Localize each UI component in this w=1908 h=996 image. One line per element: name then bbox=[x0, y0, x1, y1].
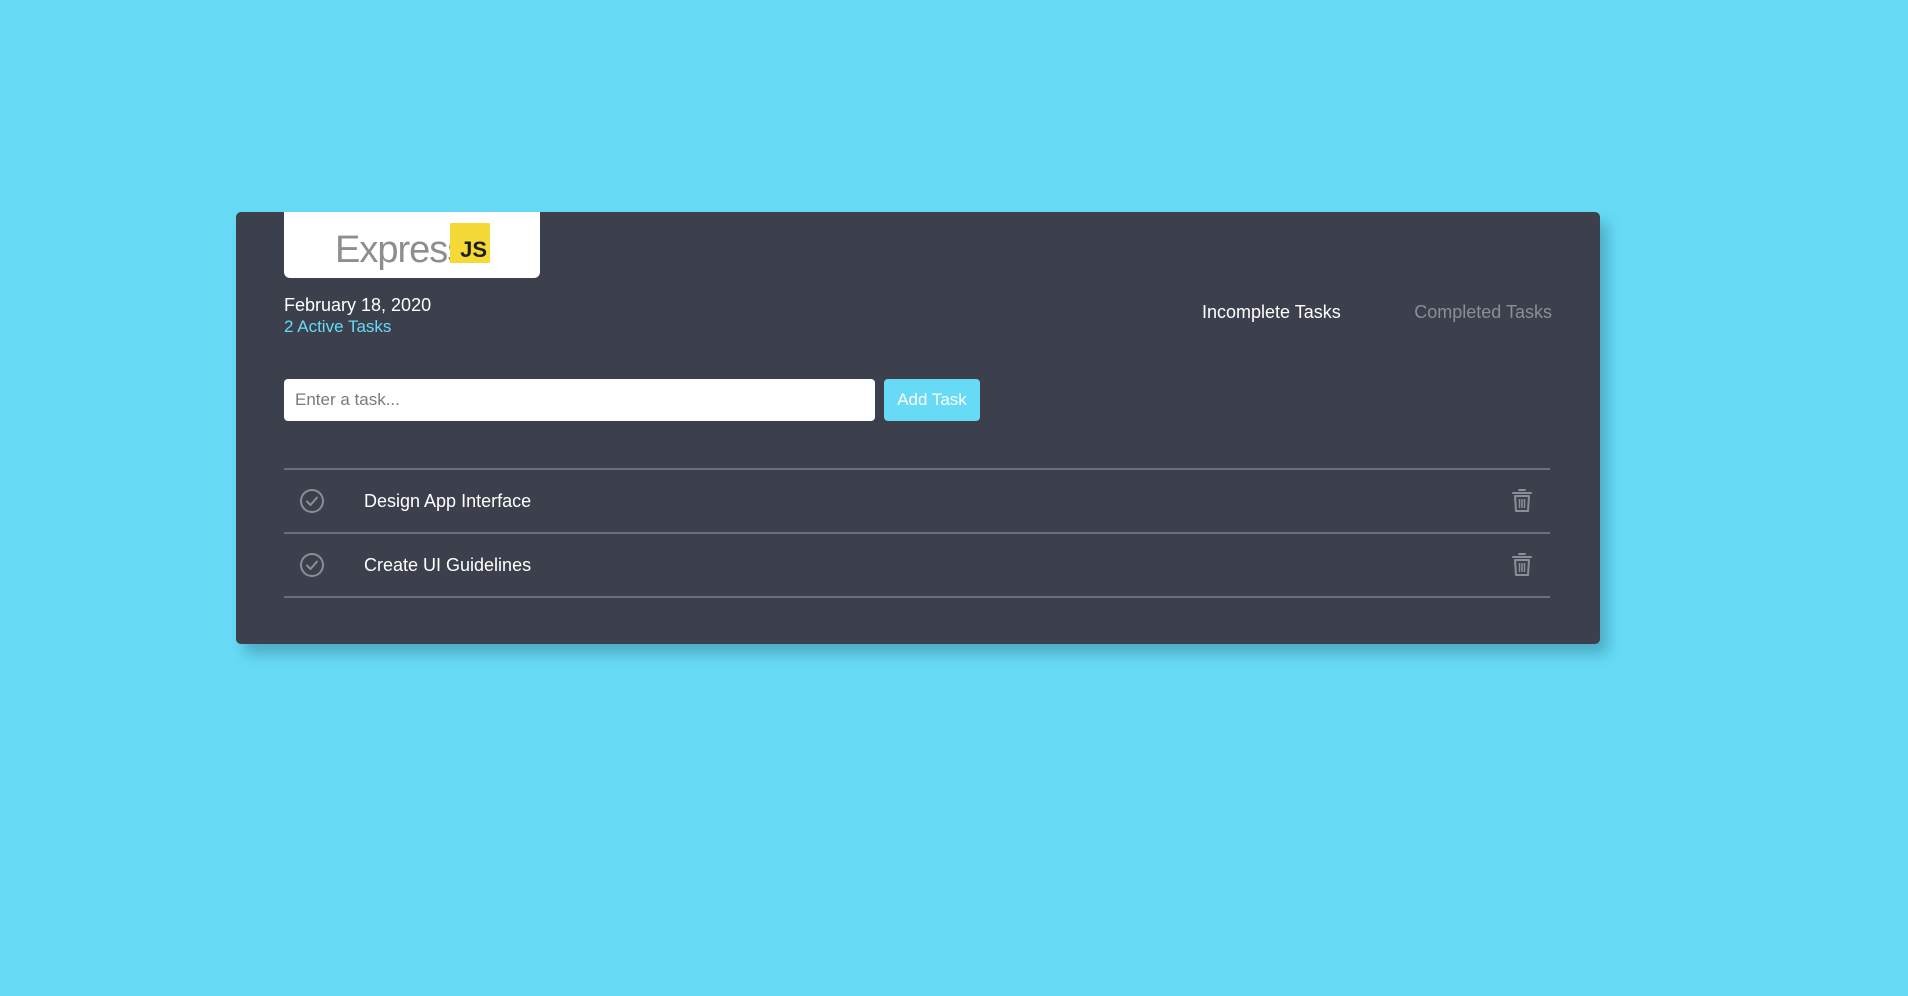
task-row: Create UI Guidelines bbox=[284, 534, 1550, 598]
tab-incomplete-tasks[interactable]: Incomplete Tasks bbox=[1202, 301, 1341, 323]
todo-card: Express JS February 18, 2020 2 Active Ta… bbox=[236, 212, 1600, 644]
logo-text: Express bbox=[335, 229, 466, 271]
trash-icon[interactable] bbox=[1511, 552, 1533, 577]
current-date: February 18, 2020 bbox=[284, 295, 432, 315]
js-badge-text: JS bbox=[460, 237, 487, 262]
check-circle-icon[interactable] bbox=[299, 552, 325, 578]
active-task-count: 2 Active Tasks bbox=[284, 317, 392, 336]
task-label: Design App Interface bbox=[364, 491, 532, 511]
js-badge: JS bbox=[450, 223, 490, 263]
task-row: Design App Interface bbox=[284, 470, 1550, 534]
trash-icon[interactable] bbox=[1511, 488, 1533, 513]
task-label: Create UI Guidelines bbox=[364, 555, 532, 575]
tab-completed-tasks[interactable]: Completed Tasks bbox=[1414, 301, 1552, 323]
check-circle-icon[interactable] bbox=[299, 488, 325, 514]
task-list: Design App Interface Create UI Guideline… bbox=[284, 468, 1550, 598]
task-input[interactable] bbox=[284, 379, 875, 421]
expressjs-logo: Express JS bbox=[284, 212, 540, 278]
add-task-button[interactable]: Add Task bbox=[884, 379, 980, 421]
